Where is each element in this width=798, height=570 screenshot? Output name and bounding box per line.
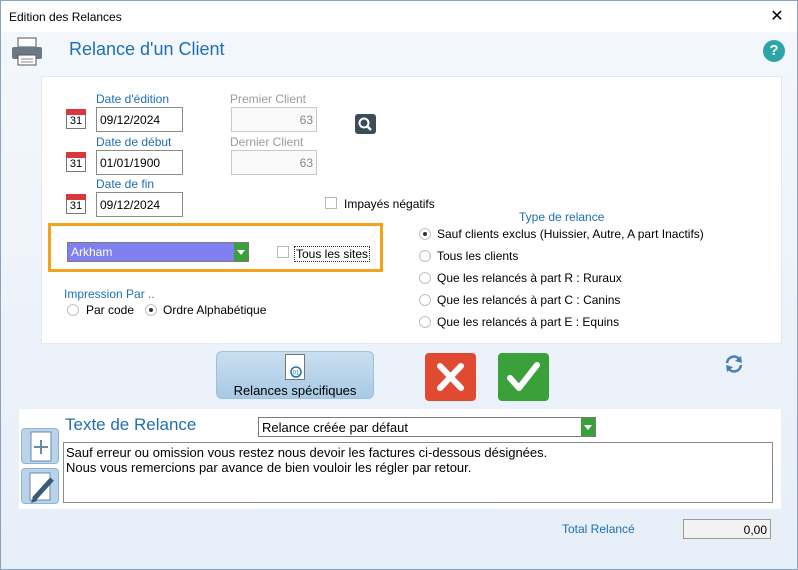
refresh-icon[interactable]	[723, 353, 745, 375]
date-debut-field[interactable]: 01/01/1900	[96, 150, 183, 175]
radio-type-canins[interactable]	[419, 294, 431, 306]
date-debut-label: Date de début	[96, 135, 172, 149]
impayes-checkbox[interactable]	[325, 197, 337, 209]
radio-type-equins[interactable]	[419, 316, 431, 328]
relances-specifiques-button[interactable]: 01 Relances spécifiques	[216, 351, 374, 399]
type-option-label: Sauf clients exclus (Huissier, Autre, A …	[437, 227, 704, 241]
title-bar: Edition des Relances ✕	[1, 1, 797, 32]
radio-type-sauf-exclus[interactable]	[419, 228, 431, 240]
site-select[interactable]: Arkham	[67, 242, 249, 262]
texte-relance-textarea[interactable]: Sauf erreur ou omission vous restez nous…	[63, 442, 773, 503]
radio-par-code[interactable]	[67, 304, 79, 316]
premier-client-label: Premier Client	[230, 92, 307, 106]
impayes-label: Impayés négatifs	[344, 197, 435, 211]
radio-ordre-alpha-label: Ordre Alphabétique	[163, 303, 267, 317]
texte-model-value: Relance créée par défaut	[262, 420, 408, 435]
radio-ordre-alpha[interactable]	[145, 304, 157, 316]
validate-button[interactable]	[498, 353, 549, 401]
impression-label: Impression Par ..	[64, 287, 155, 301]
texte-model-select[interactable]: Relance créée par défaut	[258, 417, 596, 437]
cancel-button[interactable]	[425, 353, 476, 401]
help-icon[interactable]: ?	[763, 40, 785, 62]
radio-type-ruraux[interactable]	[419, 272, 431, 284]
date-fin-field[interactable]: 09/12/2024	[96, 192, 183, 217]
checkmark-icon	[507, 362, 540, 391]
radio-type-tous[interactable]	[419, 250, 431, 262]
dernier-client-field[interactable]: 63	[231, 150, 317, 175]
premier-client-field[interactable]: 63	[231, 107, 317, 132]
date-fin-label: Date de fin	[96, 177, 155, 191]
texte-line-1: Sauf erreur ou omission vous restez nous…	[66, 445, 548, 460]
search-button[interactable]	[355, 114, 376, 134]
date-edition-field[interactable]: 09/12/2024	[96, 107, 183, 132]
dialog-window: Edition des Relances ✕ Relance d'un Clie…	[0, 0, 798, 570]
new-text-button[interactable]	[21, 428, 59, 464]
printer-icon	[12, 37, 42, 66]
new-document-icon	[30, 431, 52, 462]
page-title: Relance d'un Client	[69, 39, 225, 59]
chevron-down-icon[interactable]	[234, 243, 248, 261]
edit-pencil-icon	[29, 472, 54, 503]
relances-specifiques-label: Relances spécifiques	[233, 383, 357, 398]
tous-sites-checkbox[interactable]	[277, 246, 289, 258]
type-option-label: Que les relancés à part C : Canins	[437, 293, 621, 307]
total-relance-label: Total Relancé	[562, 522, 635, 536]
calendar-icon[interactable]: 31	[66, 194, 86, 214]
type-option-label: Que les relancés à part R : Ruraux	[437, 271, 622, 285]
type-option-label: Tous les clients	[437, 249, 519, 263]
texte-relance-title: Texte de Relance	[65, 415, 197, 434]
type-option-label: Que les relancés à part E : Equins	[437, 315, 620, 329]
close-icon	[437, 363, 464, 391]
window-title: Edition des Relances	[9, 10, 122, 24]
document-icon: 01	[285, 354, 305, 380]
close-icon[interactable]: ✕	[767, 6, 787, 26]
edit-text-button[interactable]	[21, 468, 59, 504]
date-edition-label: Date d'édition	[96, 92, 170, 106]
dernier-client-label: Dernier Client	[230, 135, 304, 149]
chevron-down-icon[interactable]	[581, 418, 595, 436]
texte-line-2: Nous vous remercions par avance de bien …	[66, 460, 472, 475]
type-relance-label: Type de relance	[519, 210, 605, 224]
tous-sites-label[interactable]: Tous les sites	[294, 246, 371, 262]
total-relance-field: 0,00	[683, 519, 771, 539]
site-selected-value: Arkham	[71, 245, 113, 259]
search-icon	[358, 117, 372, 131]
svg-text:01: 01	[293, 371, 300, 377]
radio-par-code-label: Par code	[86, 303, 135, 317]
calendar-icon[interactable]: 31	[66, 152, 86, 172]
calendar-icon[interactable]: 31	[66, 109, 86, 129]
